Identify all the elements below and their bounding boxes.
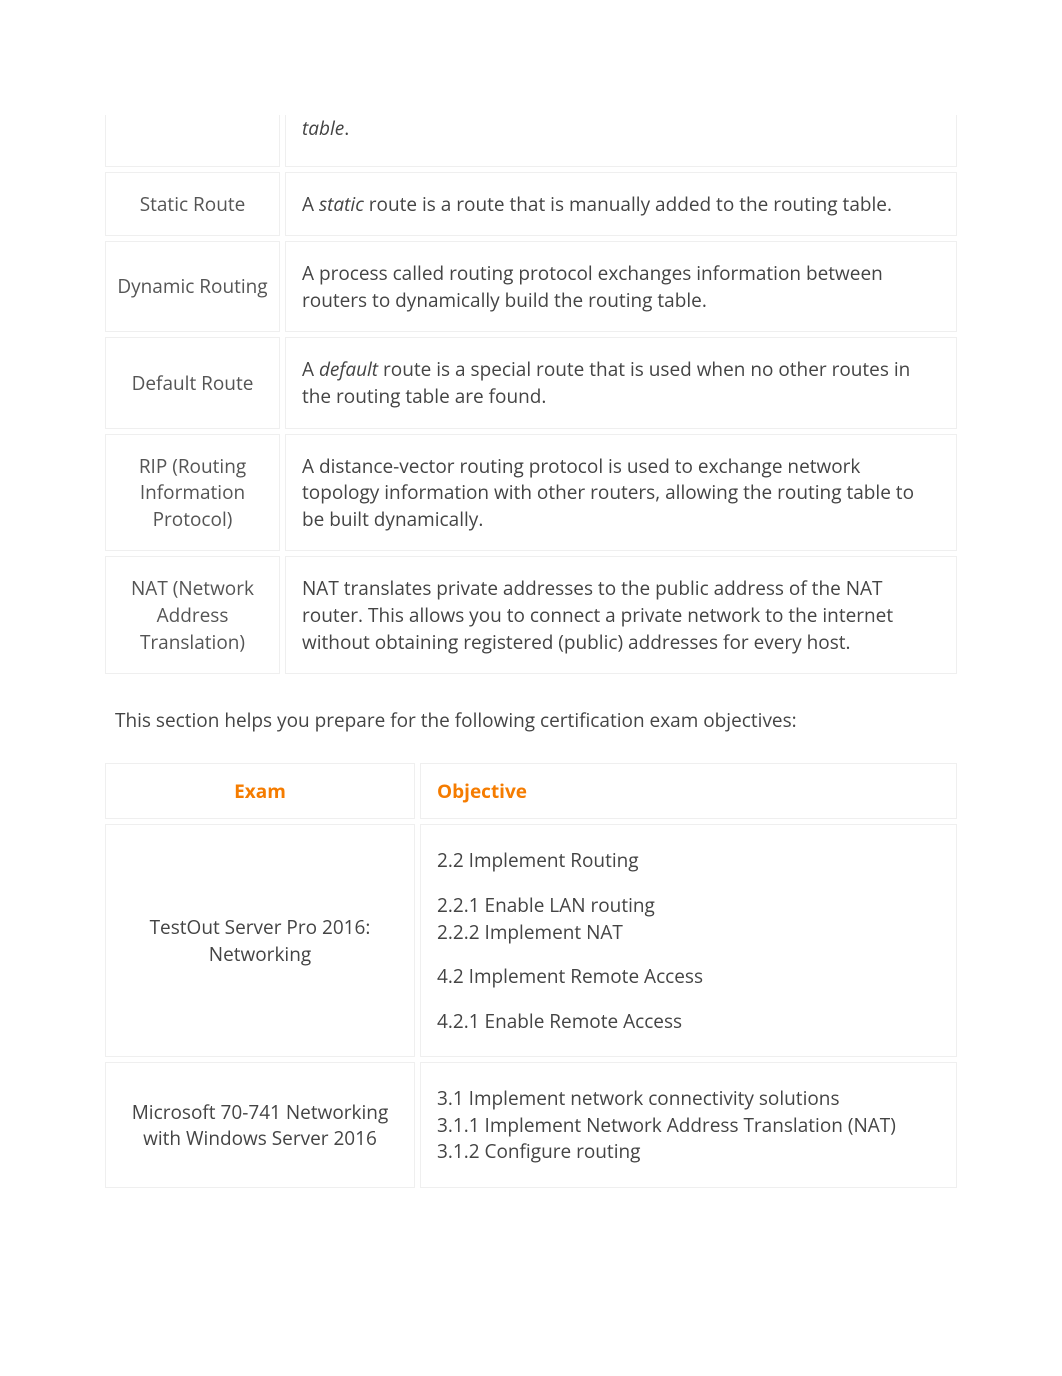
exam-name-cell: TestOut Server Pro 2016: Networking bbox=[105, 824, 415, 1057]
definition-cell: table. bbox=[285, 115, 957, 167]
objective-block: 4.2.1 Enable Remote Access bbox=[437, 1008, 940, 1035]
definition-cell: A default route is a special route that … bbox=[285, 337, 957, 428]
definition-rest: route is a special route that is used wh… bbox=[302, 356, 910, 409]
table-row: Default Route A default route is a speci… bbox=[105, 337, 957, 428]
term-cell: Default Route bbox=[105, 337, 280, 428]
objective-line: 4.2.1 Enable Remote Access bbox=[437, 1008, 940, 1035]
section-intro-text: This section helps you prepare for the f… bbox=[115, 707, 962, 734]
objective-block: 2.2.1 Enable LAN routing 2.2.2 Implement… bbox=[437, 892, 940, 945]
definition-prefix: A bbox=[302, 356, 319, 382]
objective-cell: 3.1 Implement network connectivity solut… bbox=[420, 1062, 957, 1188]
objective-line: 2.2.2 Implement NAT bbox=[437, 919, 940, 946]
definition-rest: A distance-vector routing protocol is us… bbox=[302, 453, 914, 532]
definition-italic: static bbox=[319, 191, 364, 217]
term-cell: NAT (Network Address Translation) bbox=[105, 556, 280, 674]
definition-cell: A distance-vector routing protocol is us… bbox=[285, 434, 957, 552]
exam-objectives-table: Exam Objective TestOut Server Pro 2016: … bbox=[100, 758, 962, 1193]
objective-column-header: Objective bbox=[420, 763, 957, 820]
term-cell: Dynamic Routing bbox=[105, 241, 280, 332]
objective-block: 2.2 Implement Routing bbox=[437, 847, 940, 874]
objective-cell: 2.2 Implement Routing 2.2.1 Enable LAN r… bbox=[420, 824, 957, 1057]
definition-rest: route is a route that is manually added … bbox=[364, 191, 892, 217]
term-cell: RIP (Routing Information Protocol) bbox=[105, 434, 280, 552]
table-row: NAT (Network Address Translation) NAT tr… bbox=[105, 556, 957, 674]
objective-block: 4.2 Implement Remote Access bbox=[437, 963, 940, 990]
definition-rest: NAT translates private addresses to the … bbox=[302, 575, 893, 654]
exam-column-header: Exam bbox=[105, 763, 415, 820]
table-row: Static Route A static route is a route t… bbox=[105, 172, 957, 237]
objective-line: 3.1.1 Implement Network Address Translat… bbox=[437, 1112, 940, 1139]
definition-cell: A process called routing protocol exchan… bbox=[285, 241, 957, 332]
definition-prefix: A bbox=[302, 191, 319, 217]
definition-rest: A process called routing protocol exchan… bbox=[302, 260, 883, 313]
term-cell: Static Route bbox=[105, 172, 280, 237]
terms-definitions-table: table. Static Route A static route is a … bbox=[100, 110, 962, 679]
definition-italic: default bbox=[319, 356, 378, 382]
objective-line: 2.2 Implement Routing bbox=[437, 847, 940, 874]
table-row: RIP (Routing Information Protocol) A dis… bbox=[105, 434, 957, 552]
definition-cell: A static route is a route that is manual… bbox=[285, 172, 957, 237]
table-row: TestOut Server Pro 2016: Networking 2.2 … bbox=[105, 824, 957, 1057]
objective-line: 4.2 Implement Remote Access bbox=[437, 963, 940, 990]
objective-line: 2.2.1 Enable LAN routing bbox=[437, 892, 940, 919]
term-cell bbox=[105, 115, 280, 167]
objective-line: 3.1 Implement network connectivity solut… bbox=[437, 1085, 940, 1112]
table-row: Dynamic Routing A process called routing… bbox=[105, 241, 957, 332]
table-header-row: Exam Objective bbox=[105, 763, 957, 820]
exam-name-cell: Microsoft 70-741 Networking with Windows… bbox=[105, 1062, 415, 1188]
definition-rest: . bbox=[344, 115, 349, 141]
definition-cell: NAT translates private addresses to the … bbox=[285, 556, 957, 674]
table-row: table. bbox=[105, 115, 957, 167]
table-row: Microsoft 70-741 Networking with Windows… bbox=[105, 1062, 957, 1188]
objective-line: 3.1.2 Configure routing bbox=[437, 1138, 940, 1165]
definition-italic: table bbox=[302, 115, 344, 141]
